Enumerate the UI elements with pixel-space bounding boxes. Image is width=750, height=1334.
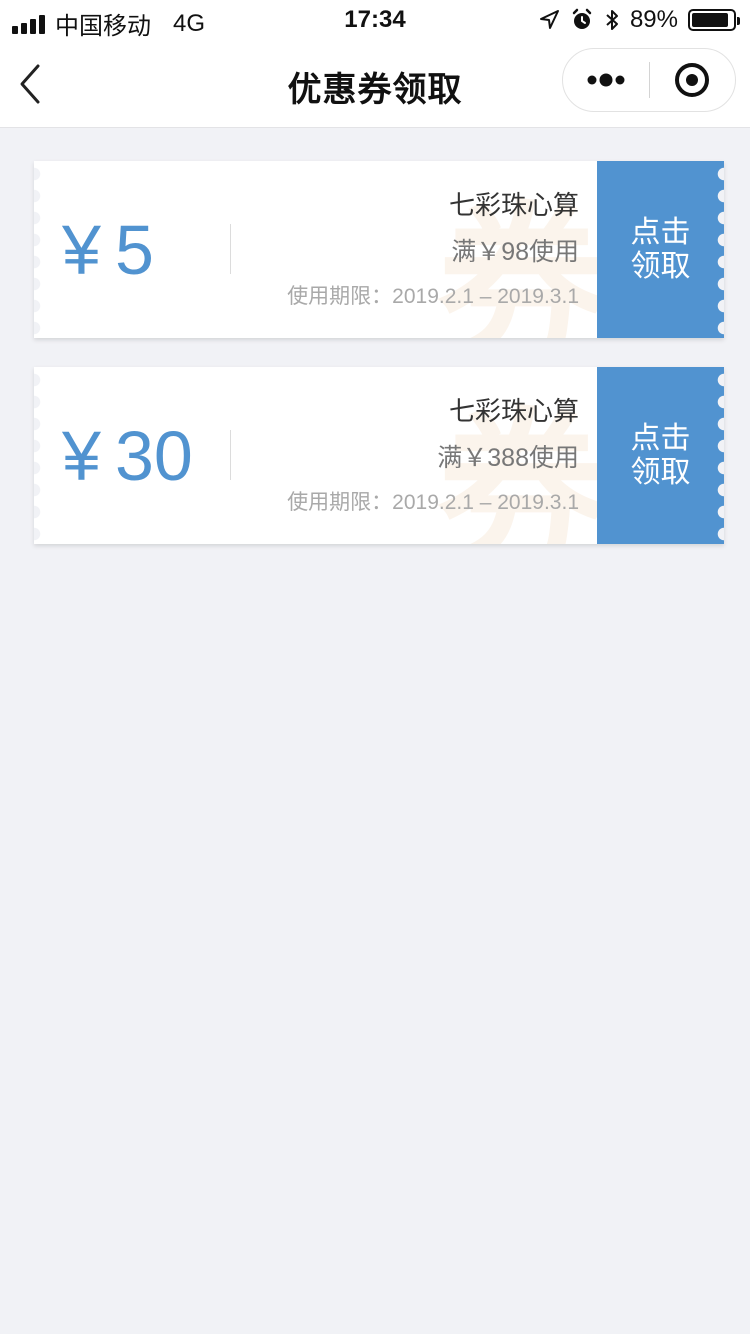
claim-coupon-button[interactable]: 点击领取 bbox=[597, 367, 724, 544]
use-condition: 满￥388使用 bbox=[437, 444, 579, 472]
coupon-info: 七彩珠心算 满￥388使用 使用期限：2019.2.1 – 2019.3.1 bbox=[287, 391, 579, 516]
coupon-list: 券 ¥ 5 七彩珠心算 满￥98使用 使用期限：2019.2.1 – 2019.… bbox=[34, 161, 724, 573]
amount-divider bbox=[230, 430, 231, 480]
nav-bar: 优惠券领取 bbox=[0, 40, 750, 128]
coupon-amount: ¥ 30 bbox=[62, 367, 193, 544]
perforation-right bbox=[717, 167, 724, 338]
battery-level bbox=[692, 13, 728, 27]
target-close-icon bbox=[675, 63, 710, 97]
bluetooth-icon bbox=[606, 10, 618, 30]
perforation-right bbox=[717, 373, 724, 544]
shop-name: 七彩珠心算 bbox=[448, 396, 579, 426]
status-bar: 中国移动 4G 17:34 89% bbox=[0, 0, 750, 40]
alarm-icon bbox=[572, 8, 592, 29]
perforation-left bbox=[34, 167, 41, 338]
close-button[interactable] bbox=[650, 48, 736, 112]
location-arrow-icon bbox=[539, 10, 559, 29]
claim-button-label: 点击领取 bbox=[630, 215, 691, 283]
currency-symbol: ¥ bbox=[62, 210, 101, 289]
battery-percent: 89% bbox=[629, 6, 678, 33]
amount-value: 30 bbox=[114, 416, 193, 495]
claim-button-label: 点击领取 bbox=[630, 421, 691, 489]
coupon-amount: ¥ 5 bbox=[62, 161, 154, 338]
mini-program-capsule bbox=[562, 48, 736, 112]
more-dots-icon bbox=[587, 73, 625, 87]
status-right: 89% bbox=[538, 6, 740, 34]
currency-symbol: ¥ bbox=[62, 416, 101, 495]
shop-name: 七彩珠心算 bbox=[448, 190, 579, 220]
use-condition: 满￥98使用 bbox=[451, 238, 579, 266]
validity-period: 使用期限：2019.2.1 – 2019.3.1 bbox=[287, 491, 579, 514]
more-button[interactable] bbox=[563, 48, 649, 112]
coupon-card: 券 ¥ 5 七彩珠心算 满￥98使用 使用期限：2019.2.1 – 2019.… bbox=[34, 161, 724, 338]
amount-divider bbox=[230, 224, 231, 274]
coupon-body: 券 ¥ 5 七彩珠心算 满￥98使用 使用期限：2019.2.1 – 2019.… bbox=[34, 161, 597, 338]
coupon-info: 七彩珠心算 满￥98使用 使用期限：2019.2.1 – 2019.3.1 bbox=[287, 185, 579, 310]
validity-period: 使用期限：2019.2.1 – 2019.3.1 bbox=[287, 285, 579, 308]
claim-coupon-button[interactable]: 点击领取 bbox=[597, 161, 724, 338]
perforation-left bbox=[34, 373, 41, 544]
coupon-body: 券 ¥ 30 七彩珠心算 满￥388使用 使用期限：2019.2.1 – 201… bbox=[34, 367, 597, 544]
amount-value: 5 bbox=[114, 210, 154, 289]
coupon-card: 券 ¥ 30 七彩珠心算 满￥388使用 使用期限：2019.2.1 – 201… bbox=[34, 367, 724, 544]
battery-icon bbox=[688, 9, 740, 31]
